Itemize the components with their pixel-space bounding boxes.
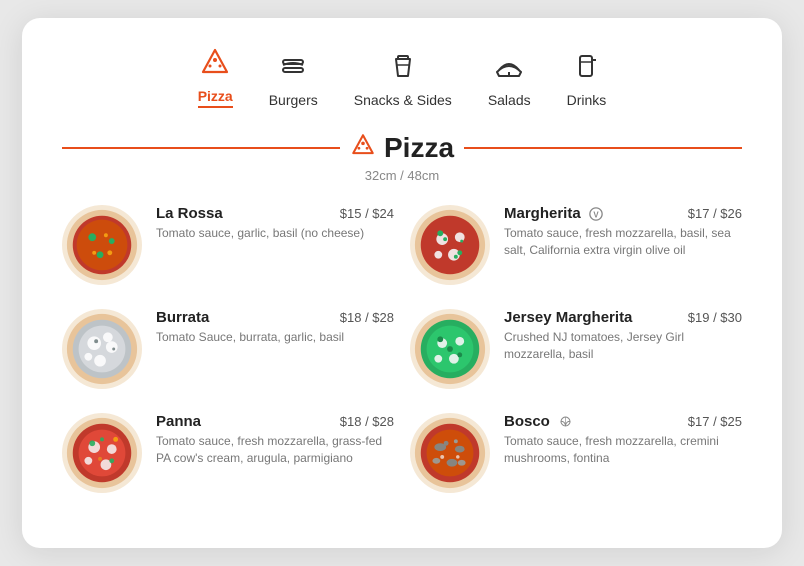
la-rossa-image <box>62 205 142 285</box>
bosco-info: Bosco $17 / $25 Tomato sauce, fresh mozz… <box>504 413 742 468</box>
salads-nav-icon <box>493 50 525 86</box>
margherita-desc: Tomato sauce, fresh mozzarella, basil, s… <box>504 225 742 260</box>
snacks-nav-icon <box>387 50 419 86</box>
bosco-image <box>410 413 490 493</box>
svg-text:V: V <box>593 210 599 219</box>
bosco-name: Bosco <box>504 413 572 430</box>
margherita-name: Margherita V <box>504 205 603 222</box>
pizza-nav-label: Pizza <box>198 88 233 108</box>
burgers-nav-label: Burgers <box>269 92 318 108</box>
jersey-margherita-image <box>410 309 490 389</box>
burrata-image <box>62 309 142 389</box>
bosco-price: $17 / $25 <box>688 414 742 429</box>
panna-name: Panna <box>156 413 201 430</box>
nav-item-drinks[interactable]: Drinks <box>567 50 607 108</box>
margherita-price: $17 / $26 <box>688 206 742 221</box>
drinks-nav-label: Drinks <box>567 92 607 108</box>
panna-image <box>62 413 142 493</box>
pizza-nav-icon <box>199 46 231 82</box>
margherita-info: Margherita V $17 / $26 Tomato sauce, fre… <box>504 205 742 260</box>
menu-card: Pizza Burgers Snacks & Sides <box>22 18 782 548</box>
burrata-name: Burrata <box>156 309 209 326</box>
drinks-nav-icon <box>570 50 602 86</box>
jersey-margherita-desc: Crushed NJ tomatoes, Jersey Girl mozzare… <box>504 329 742 364</box>
panna-info: Panna $18 / $28 Tomato sauce, fresh mozz… <box>156 413 394 468</box>
la-rossa-info: La Rossa $15 / $24 Tomato sauce, garlic,… <box>156 205 394 242</box>
panna-desc: Tomato sauce, fresh mozzarella, grass-fe… <box>156 433 394 468</box>
menu-item-bosco: Bosco $17 / $25 Tomato sauce, fresh mozz… <box>410 413 742 493</box>
menu-item-jersey-margherita: Jersey Margherita $19 / $30 Crushed NJ t… <box>410 309 742 389</box>
margherita-image <box>410 205 490 285</box>
panna-price: $18 / $28 <box>340 414 394 429</box>
jersey-margherita-name: Jersey Margherita <box>504 309 632 326</box>
menu-grid: La Rossa $15 / $24 Tomato sauce, garlic,… <box>62 205 742 493</box>
la-rossa-price: $15 / $24 <box>340 206 394 221</box>
la-rossa-desc: Tomato sauce, garlic, basil (no cheese) <box>156 225 394 242</box>
menu-item-la-rossa: La Rossa $15 / $24 Tomato sauce, garlic,… <box>62 205 394 285</box>
burrata-info: Burrata $18 / $28 Tomato Sauce, burrata,… <box>156 309 394 346</box>
nav-item-snacks[interactable]: Snacks & Sides <box>354 50 452 108</box>
section-title: Pizza <box>350 132 454 164</box>
burrata-price: $18 / $28 <box>340 310 394 325</box>
nav-item-salads[interactable]: Salads <box>488 50 531 108</box>
jersey-margherita-info: Jersey Margherita $19 / $30 Crushed NJ t… <box>504 309 742 364</box>
snacks-nav-label: Snacks & Sides <box>354 92 452 108</box>
menu-item-panna: Panna $18 / $28 Tomato sauce, fresh mozz… <box>62 413 394 493</box>
jersey-margherita-price: $19 / $30 <box>688 310 742 325</box>
menu-item-margherita: Margherita V $17 / $26 Tomato sauce, fre… <box>410 205 742 285</box>
burgers-nav-icon <box>277 50 309 86</box>
nav-item-burgers[interactable]: Burgers <box>269 50 318 108</box>
burrata-desc: Tomato Sauce, burrata, garlic, basil <box>156 329 394 346</box>
bosco-desc: Tomato sauce, fresh mozzarella, cremini … <box>504 433 742 468</box>
section-header: Pizza <box>62 132 742 164</box>
category-nav: Pizza Burgers Snacks & Sides <box>62 46 742 108</box>
la-rossa-name: La Rossa <box>156 205 223 222</box>
menu-item-burrata: Burrata $18 / $28 Tomato Sauce, burrata,… <box>62 309 394 389</box>
section-subtitle: 32cm / 48cm <box>62 168 742 183</box>
section-pizza-icon <box>350 132 376 164</box>
salads-nav-label: Salads <box>488 92 531 108</box>
nav-item-pizza[interactable]: Pizza <box>198 46 233 108</box>
